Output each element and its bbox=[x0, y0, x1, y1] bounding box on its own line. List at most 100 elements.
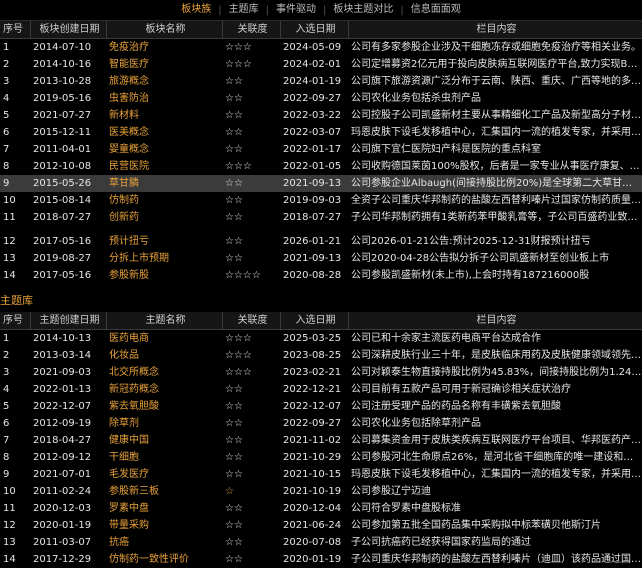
row-name[interactable]: 仿制药一致性评价 bbox=[106, 551, 222, 568]
row-selected-date: 2023-02-21 bbox=[283, 367, 342, 378]
table-row[interactable]: 5 2022-12-07 紫去氧胆酸 ☆☆ 2022-12-07 公司注册受理产品的药品名… bbox=[0, 398, 642, 415]
table-row[interactable]: 2 2013-03-14 化妆品 ☆☆☆ 2023-08-25 公司深耕皮肤行业三十年，是… bbox=[0, 347, 642, 364]
tab-event-driven[interactable]: 事件驱动 bbox=[269, 0, 323, 20]
row-name[interactable]: 创新药 bbox=[106, 209, 222, 226]
row-index: 5 bbox=[3, 401, 10, 412]
row-content: 玛恩皮肤下设毛发移植中心，汇集国内一流的植发专家，并采用国... bbox=[351, 469, 642, 480]
row-created-date: 2015-12-11 bbox=[33, 127, 92, 138]
table-row[interactable]: 7 2018-04-27 健康中国 ☆☆ 2021-11-02 公司募集资金用于皮肤类疾病… bbox=[0, 432, 642, 449]
table-row[interactable]: 6 2012-09-19 除草剂 ☆☆ 2022-09-27 公司农化业务包括除草剂产品 bbox=[0, 415, 642, 432]
row-index: 10 bbox=[3, 195, 16, 206]
row-index: 9 bbox=[0, 175, 30, 192]
row-name[interactable]: 旅游概念 bbox=[106, 73, 222, 90]
row-name[interactable]: 毛发医疗 bbox=[106, 466, 222, 483]
col-selected-date[interactable]: 入选日期 bbox=[280, 312, 349, 330]
table-row[interactable]: 6 2015-12-11 医美概念 ☆☆ 2022-03-07 玛恩皮肤下设毛发移植中心，… bbox=[0, 124, 642, 141]
row-name[interactable]: 预计扭亏 bbox=[106, 233, 222, 250]
row-name[interactable]: 参股新三板 bbox=[106, 483, 222, 500]
table-row[interactable]: 2 2014-10-16 智能医疗 ☆☆☆ 2024-02-01 公司定增募资2亿元用于投… bbox=[0, 56, 642, 73]
row-name[interactable]: 带量采购 bbox=[106, 517, 222, 534]
row-name[interactable]: 新冠药概念 bbox=[106, 381, 222, 398]
table-row[interactable]: 7 2011-04-01 婴童概念 ☆☆ 2022-01-17 公司旗下宜仁医院妇产科是医… bbox=[0, 141, 642, 158]
row-created-date: 2018-04-27 bbox=[33, 435, 92, 446]
table-row[interactable]: 11 2018-07-27 创新药 ☆☆ 2018-07-27 子公司华邦制药拥有1类新药… bbox=[0, 209, 642, 226]
table-row[interactable]: 3 2021-09-03 北交所概念 ☆☆☆ 2023-02-21 公司对颖泰生物直接持股… bbox=[0, 364, 642, 381]
table-row[interactable]: 13 2019-08-27 分拆上市预期 ☆☆ 2021-09-13 公司2020-04-… bbox=[0, 250, 642, 267]
row-created-date: 2017-05-16 bbox=[33, 236, 92, 247]
col-index[interactable]: 序号 bbox=[0, 312, 31, 330]
table-row[interactable]: 9 2021-07-01 毛发医疗 ☆☆ 2021-10-15 玛恩皮肤下设毛发移植中心，… bbox=[0, 466, 642, 483]
row-name[interactable]: 仿制药 bbox=[106, 192, 222, 209]
col-name[interactable]: 主题名称 bbox=[106, 312, 223, 330]
row-content: 公司参股河北生命原点26%，是河北省干细胞库的唯一建设和运营方 bbox=[351, 452, 642, 463]
row-name[interactable]: 罗素中盘 bbox=[106, 500, 222, 517]
row-selected-date: 2020-12-04 bbox=[283, 503, 342, 514]
row-name[interactable]: 分拆上市预期 bbox=[106, 250, 222, 267]
table-row[interactable]: 10 2011-02-24 参股新三板 ☆ 2021-10-19 公司参股辽宁迈迪 bbox=[0, 483, 642, 500]
table-row[interactable]: 1 2014-10-13 医药电商 ☆☆☆ 2025-03-25 公司已和十余家主流医药电… bbox=[0, 330, 642, 348]
row-name[interactable]: 抗癌 bbox=[106, 534, 222, 551]
col-created-date[interactable]: 主题创建日期 bbox=[30, 312, 107, 330]
col-relevance[interactable]: 关联度 bbox=[222, 312, 281, 330]
row-name[interactable]: 除草剂 bbox=[106, 415, 222, 432]
row-content: 子公司华邦制药拥有1类新药苯甲酸乳膏等，子公司百盛药业致力于... bbox=[351, 212, 642, 223]
row-name[interactable]: 化妆品 bbox=[106, 347, 222, 364]
row-name[interactable]: 医美概念 bbox=[106, 124, 222, 141]
table-row[interactable]: 12 2020-01-19 带量采购 ☆☆ 2021-06-24 公司参加第五批全国药品集… bbox=[0, 517, 642, 534]
row-name[interactable]: 北交所概念 bbox=[106, 364, 222, 381]
table-row[interactable]: 8 2012-10-08 民营医院 ☆☆☆ 2022-01-05 公司收购德国莱茵100%… bbox=[0, 158, 642, 175]
row-index: 2 bbox=[3, 350, 10, 361]
theme-library-title: 主题库 bbox=[0, 290, 642, 313]
row-name[interactable]: 健康中国 bbox=[106, 432, 222, 449]
row-name[interactable]: 医药电商 bbox=[106, 330, 222, 348]
col-name[interactable]: 板块名称 bbox=[106, 21, 223, 39]
row-name[interactable]: 新材料 bbox=[106, 107, 222, 124]
row-selected-date: 2020-07-08 bbox=[283, 537, 342, 548]
row-selected-date: 2021-11-02 bbox=[283, 435, 342, 446]
col-index[interactable]: 序号 bbox=[0, 21, 31, 39]
row-selected-date: 2020-08-28 bbox=[283, 270, 342, 281]
row-name[interactable]: 婴童概念 bbox=[106, 141, 222, 158]
row-selected-date: 2018-07-27 bbox=[283, 212, 342, 223]
row-name[interactable]: 草甘膦 bbox=[106, 175, 222, 192]
col-relevance[interactable]: 关联度 bbox=[222, 21, 281, 39]
row-index: 9 bbox=[3, 469, 10, 480]
row-relevance-stars: ☆☆ bbox=[225, 401, 243, 412]
row-name[interactable]: 紫去氧胆酸 bbox=[106, 398, 222, 415]
row-content: 公司对颖泰生物直接持股比例为45.83%，间接持股比例为1.24%,... bbox=[351, 367, 642, 378]
tab-info-overview[interactable]: 信息面面观 bbox=[404, 0, 468, 20]
table-row[interactable]: 4 2022-01-13 新冠药概念 ☆☆ 2022-12-21 公司目前有五款产品可用于… bbox=[0, 381, 642, 398]
table-row[interactable]: 8 2012-09-12 干细胞 ☆☆ 2021-10-29 公司参股河北生命原点26%，… bbox=[0, 449, 642, 466]
row-index: 7 bbox=[3, 144, 10, 155]
col-selected-date[interactable]: 入选日期 bbox=[280, 21, 349, 39]
tab-theme-library[interactable]: 主题库 bbox=[222, 0, 266, 20]
tab-sector-theme-compare[interactable]: 板块主题对比 bbox=[326, 0, 400, 20]
row-selected-date: 2024-01-19 bbox=[283, 76, 342, 87]
row-name[interactable]: 虫害防治 bbox=[106, 90, 222, 107]
theme-table-header: 序号 主题创建日期 主题名称 关联度 入选日期 栏目内容 bbox=[0, 312, 642, 330]
row-name[interactable]: 干细胞 bbox=[106, 449, 222, 466]
table-row[interactable]: 12 2017-05-16 预计扭亏 ☆☆ 2026-01-21 公司2026-01-21… bbox=[0, 233, 642, 250]
row-name[interactable]: 民营医院 bbox=[106, 158, 222, 175]
row-created-date: 2015-05-26 bbox=[30, 175, 106, 192]
row-created-date: 2017-12-29 bbox=[33, 554, 92, 565]
table-row[interactable]: 14 2017-05-16 参股新股 ☆☆☆☆ 2020-08-28 公司参股凯盛新材(未… bbox=[0, 267, 642, 284]
table-row[interactable]: 13 2011-03-07 抗癌 ☆☆ 2020-07-08 子公司抗癌药已经获得国家药监… bbox=[0, 534, 642, 551]
table-row[interactable]: 14 2017-12-29 仿制药一致性评价 ☆☆ 2020-01-19 子公司重庆华邦制… bbox=[0, 551, 642, 568]
row-name[interactable]: 免疫治疗 bbox=[106, 39, 222, 57]
col-content[interactable]: 栏目内容 bbox=[348, 21, 642, 39]
tab-bankuaizu[interactable]: 板块族 bbox=[174, 0, 218, 20]
row-selected-date: 2022-03-07 bbox=[283, 127, 342, 138]
row-name[interactable]: 智能医疗 bbox=[106, 56, 222, 73]
table-row[interactable]: 10 2015-08-14 仿制药 ☆☆ 2019-09-03 全资子公司重庆华邦制药的盐… bbox=[0, 192, 642, 209]
table-row[interactable]: 4 2019-05-16 虫害防治 ☆☆ 2022-09-27 公司农化业务包括杀虫剂产品 bbox=[0, 90, 642, 107]
col-content[interactable]: 栏目内容 bbox=[348, 312, 642, 330]
table-row[interactable]: 1 2014-07-10 免疫治疗 ☆☆☆ 2024-05-09 公司有多家参股企业涉及干… bbox=[0, 39, 642, 57]
table-row[interactable]: 11 2020-12-03 罗素中盘 ☆☆ 2020-12-04 公司符合罗素中盘股标准 bbox=[0, 500, 642, 517]
table-row[interactable]: 5 2021-07-27 新材料 ☆☆ 2022-03-22 公司控股子公司凯盛新材主要从… bbox=[0, 107, 642, 124]
row-name[interactable]: 参股新股 bbox=[106, 267, 222, 284]
table-row[interactable]: 3 2013-10-28 旅游概念 ☆☆ 2024-01-19 公司旗下旅游资源广泛分布于… bbox=[0, 73, 642, 90]
col-created-date[interactable]: 板块创建日期 bbox=[30, 21, 107, 39]
table-row[interactable]: 9 2015-05-26 草甘膦 ☆☆ 2021-09-13 公司参股企业Albaugh(… bbox=[0, 175, 642, 192]
row-relevance-stars: ☆☆ bbox=[225, 195, 243, 206]
